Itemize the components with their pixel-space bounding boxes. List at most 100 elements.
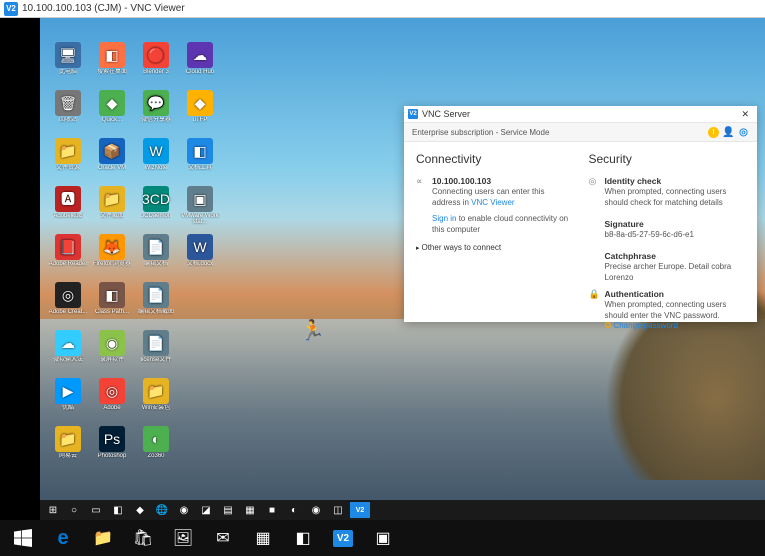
desktop-icon[interactable]: 📄license文件 xyxy=(136,330,176,374)
remote-taskbar-search[interactable]: ○ xyxy=(64,502,84,518)
remote-taskbar-edge[interactable]: 🌐 xyxy=(152,502,172,518)
desktop-icon[interactable]: ◉录屏软件 xyxy=(92,330,132,374)
desktop-icon[interactable]: 📕Adobe Reader xyxy=(48,234,88,278)
other-ways-expander[interactable]: Other ways to connect xyxy=(416,243,501,252)
security-column: Security ◎ Identity check When prompted,… xyxy=(589,152,746,337)
desktop-icon[interactable]: 🔴Blender 3 xyxy=(136,42,176,86)
desktop-icon[interactable]: 📁文件资源 xyxy=(48,138,88,182)
desktop-icon[interactable]: ▣VMware Workstat... xyxy=(180,186,220,230)
desktop-icon[interactable]: 🅰Adobe截图 xyxy=(48,186,88,230)
vnc-server-app-icon: V2 xyxy=(408,109,418,119)
remote-taskbar-app5[interactable]: ▦ xyxy=(240,502,260,518)
desktop-icon-label: uTFP xyxy=(193,117,208,123)
host-taskbar-mail[interactable]: ✉ xyxy=(204,522,242,554)
desktop-icon[interactable]: ◧搜索在桌面 xyxy=(92,42,132,86)
desktop-icon-image: ◆ xyxy=(187,90,213,116)
desktop-icon[interactable]: ☁微软输入法 xyxy=(48,330,88,374)
desktop-icon[interactable]: WWizNote xyxy=(136,138,176,182)
vnc-server-titlebar[interactable]: V2 VNC Server ✕ xyxy=(404,106,757,122)
desktop-icon[interactable]: 📦Oracle VM xyxy=(92,138,132,182)
remote-taskbar-app2[interactable]: ◆ xyxy=(130,502,150,518)
host-taskbar-explorer[interactable]: 📁 xyxy=(84,522,122,554)
host-taskbar-app3[interactable]: ▣ xyxy=(364,522,402,554)
desktop-icon[interactable]: ◆Quick... xyxy=(92,90,132,134)
remote-taskbar: ⊞○▭◧◆🌐◉◪▤▦■◐◉◫V2 xyxy=(40,500,765,520)
desktop-icon-label: 回收站 xyxy=(59,117,77,123)
desktop-icon-image: ◧ xyxy=(99,282,125,308)
desktop-icon[interactable]: 📁Win安装包 xyxy=(136,378,176,422)
host-taskbar-store[interactable]: 🛍 xyxy=(124,522,162,554)
desktop-icon[interactable]: ◧文档工具 xyxy=(180,138,220,182)
desktop-icon[interactable]: ◆uTFP xyxy=(180,90,220,134)
desktop-icon[interactable]: ▶优酷 xyxy=(48,378,88,422)
remote-taskbar-app6[interactable]: ■ xyxy=(262,502,282,518)
desktop-icon[interactable]: 📄编辑文档截图 xyxy=(136,282,176,326)
vnc-server-title-text: VNC Server xyxy=(422,109,470,119)
desktop-icon-image: ☁ xyxy=(55,330,81,356)
desktop-icon-label: 文档工具 xyxy=(188,165,212,171)
desktop-icon[interactable]: ◧Class Path... xyxy=(92,282,132,326)
vnc-server-subtitle: Enterprise subscription - Service Mode xyxy=(412,128,549,137)
host-taskbar-app2[interactable]: ◧ xyxy=(284,522,322,554)
remote-taskbar-app4[interactable]: ▤ xyxy=(218,502,238,518)
desktop-icon[interactable]: 🖥此电脑 xyxy=(48,42,88,86)
remote-taskbar-app7[interactable]: ◐ xyxy=(284,502,304,518)
vnc-server-body: Connectivity ∝ 10.100.100.103 Connecting… xyxy=(404,142,757,347)
desktop-icon[interactable]: ◎Adobe Creat... xyxy=(48,282,88,326)
host-taskbar-app[interactable]: ▦ xyxy=(244,522,282,554)
network-badge-icon[interactable]: ◎ xyxy=(738,127,749,138)
identity-hint: When prompted, connecting users should c… xyxy=(605,187,727,206)
desktop-icon-label: Blender 3 xyxy=(143,69,169,75)
remote-desktop: 🖥此电脑🗑回收站📁文件资源🅰Adobe截图📕Adobe Reader◎Adobe… xyxy=(0,18,765,520)
desktop-icon[interactable]: ◎Adobe xyxy=(92,378,132,422)
desktop-icon[interactable]: ☁Cloud Hub xyxy=(180,42,220,86)
desktop-icon-label: 文档.docx xyxy=(187,261,213,267)
desktop-icon[interactable]: 📁网易云 xyxy=(48,426,88,470)
host-taskbar-vnc-viewer[interactable]: V2 xyxy=(324,522,362,554)
desktop-icon[interactable]: 📁文件截图 xyxy=(92,186,132,230)
desktop-icon-label: 此电脑 xyxy=(59,69,77,75)
sign-in-link[interactable]: Sign in xyxy=(432,214,456,223)
connectivity-column: Connectivity ∝ 10.100.100.103 Connecting… xyxy=(416,152,573,337)
desktop-icon[interactable]: 📄编辑文档 xyxy=(136,234,176,278)
remote-taskbar-task-view[interactable]: ▭ xyxy=(86,502,106,518)
change-password-link[interactable]: Change password xyxy=(613,321,677,330)
desktop-icon[interactable]: ◐Zo360 xyxy=(136,426,176,470)
desktop-icon-image: W xyxy=(143,138,169,164)
user-badge-icon[interactable]: 👤 xyxy=(723,127,734,138)
share-icon: ∝ xyxy=(416,176,426,208)
desktop-icon-image: ◎ xyxy=(55,282,81,308)
vnc-viewer-title-text: 10.100.100.103 (CJM) - VNC Viewer xyxy=(22,3,185,14)
desktop-icon[interactable]: 3CD3CDaemon xyxy=(136,186,176,230)
close-icon[interactable]: ✕ xyxy=(737,109,753,120)
desktop-icon-image: ▶ xyxy=(55,378,81,404)
desktop-icon-image: ◧ xyxy=(187,138,213,164)
desktop-icon-image: 🖥 xyxy=(55,42,81,68)
desktop-icon-label: 录屏软件 xyxy=(100,357,124,363)
remote-taskbar-start[interactable]: ⊞ xyxy=(44,502,62,518)
remote-taskbar-app1[interactable]: ◧ xyxy=(108,502,128,518)
vnc-server-window: V2 VNC Server ✕ Enterprise subscription … xyxy=(404,106,757,322)
catchphrase-value: Precise archer Europe. Detail cobra Lore… xyxy=(605,262,732,281)
desktop-icon-label: Win安装包 xyxy=(142,405,170,411)
remote-taskbar-vnc[interactable]: V2 xyxy=(350,502,370,518)
host-taskbar-start[interactable] xyxy=(4,522,42,554)
cloud-icon xyxy=(416,214,426,235)
desktop-icon[interactable]: 💬微信分享器 xyxy=(136,90,176,134)
desktop-icon[interactable]: PsPhotoshop xyxy=(92,426,132,470)
desktop-icon-label: 3CDaemon xyxy=(141,213,171,219)
host-taskbar-photos[interactable]: 🖼 xyxy=(164,522,202,554)
remote-taskbar-chrome[interactable]: ◉ xyxy=(174,502,194,518)
desktop-icon[interactable]: 🗑回收站 xyxy=(48,90,88,134)
remote-taskbar-app8[interactable]: ◉ xyxy=(306,502,326,518)
desktop-icon[interactable]: W文档.docx xyxy=(180,234,220,278)
vnc-server-badges: ! 👤 ◎ xyxy=(708,127,749,138)
warning-badge-icon[interactable]: ! xyxy=(708,127,719,138)
vnc-viewer-link[interactable]: VNC Viewer xyxy=(471,198,514,207)
desktop-icon-label: Adobe xyxy=(103,405,120,411)
host-taskbar-edge[interactable]: e xyxy=(44,522,82,554)
remote-taskbar-app9[interactable]: ◫ xyxy=(328,502,348,518)
desktop-icon[interactable]: 🦊Firefox 浏览器 xyxy=(92,234,132,278)
desktop-icon-image: ▣ xyxy=(187,186,213,212)
remote-taskbar-app3[interactable]: ◪ xyxy=(196,502,216,518)
